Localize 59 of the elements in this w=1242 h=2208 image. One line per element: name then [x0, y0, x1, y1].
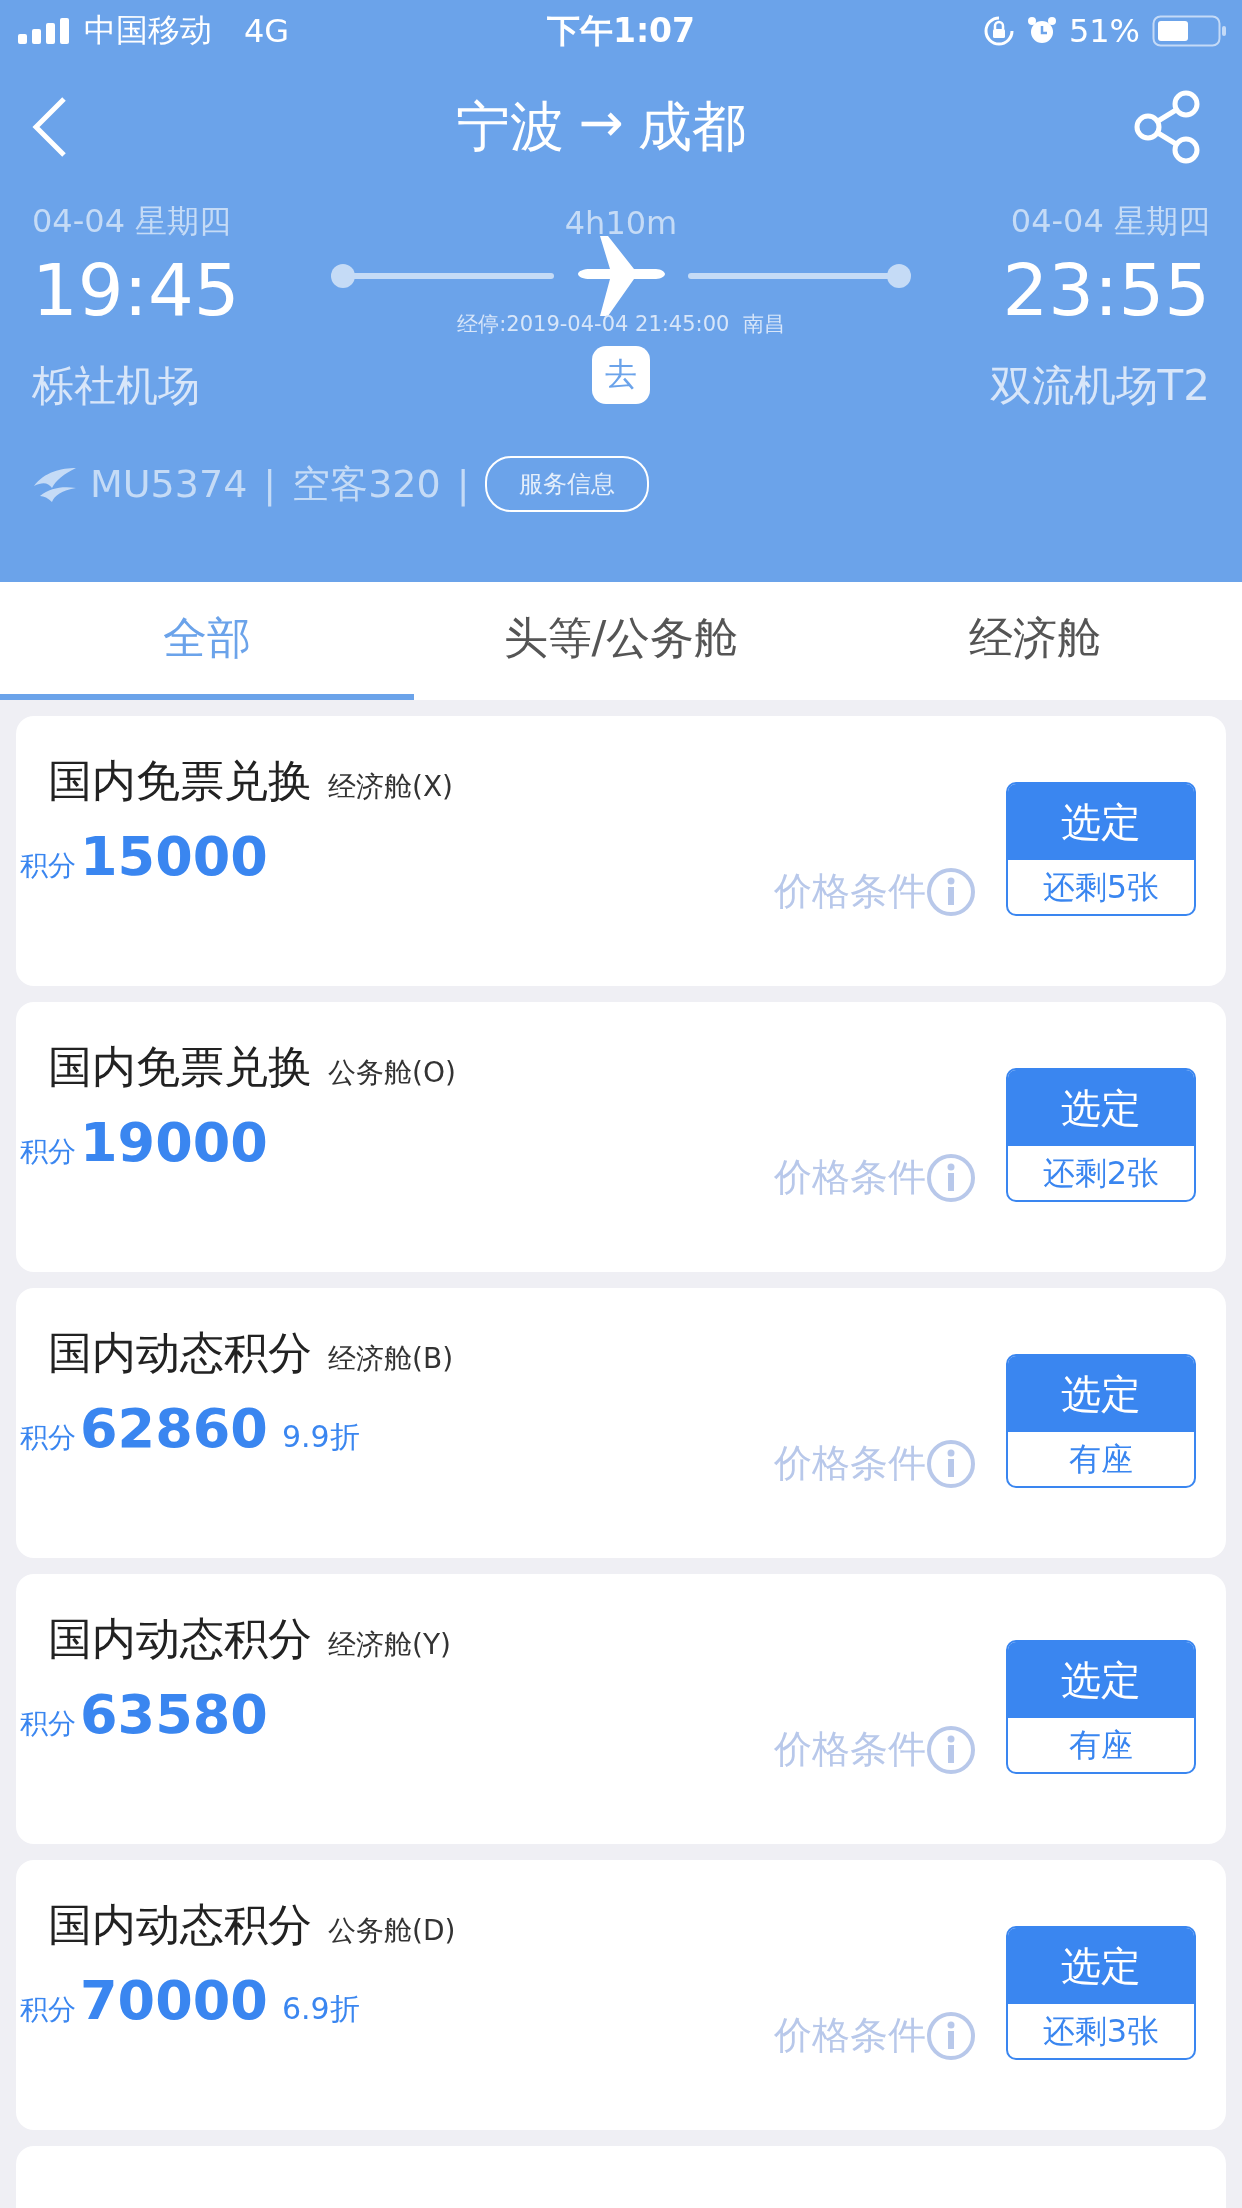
points-label: 积分 [20, 848, 76, 884]
cabin-class: 经济舱(B) [328, 1341, 454, 1377]
network-type: 4G [244, 12, 290, 50]
arrival-date: 04-04 星期四 [1010, 201, 1210, 242]
alarm-icon [1026, 16, 1057, 46]
points-label: 积分 [20, 1706, 76, 1742]
points-label: 积分 [20, 1992, 76, 2028]
points-value: 19000 [80, 1111, 268, 1174]
discount: 6.9折 [281, 1990, 360, 2028]
select-button[interactable]: 选定 还剩3张 [1006, 1926, 1196, 2060]
cabin-class: 公务舱(D) [328, 1913, 456, 1949]
airline-logo-icon [32, 466, 78, 502]
points-label: 积分 [20, 1134, 76, 1170]
fare-title: 国内动态积分 [48, 1898, 312, 1952]
service-info-button[interactable]: 服务信息 [485, 456, 650, 512]
departure-date: 04-04 星期四 [32, 201, 233, 242]
select-button[interactable]: 选定 还剩2张 [1006, 1068, 1196, 1202]
cabin-class: 经济舱(Y) [328, 1627, 451, 1663]
info-icon [926, 866, 976, 917]
arrival-airport: 双流机场T2 [989, 360, 1210, 412]
battery-percent: 51% [1068, 12, 1140, 50]
status-time: 下午1:07 [546, 9, 696, 52]
aircraft-type: 空客320 [292, 460, 441, 508]
info-icon [926, 1438, 976, 1489]
rotation-lock-icon [982, 15, 1015, 47]
arrival-time: 23:55 [1002, 248, 1210, 332]
destination-city: 成都 [637, 93, 746, 160]
fare-title: 国内动态积分 [48, 1612, 312, 1666]
points-value: 70000 [80, 1969, 268, 2032]
route-arrow: → [578, 90, 624, 156]
departure-time: 19:45 [32, 248, 241, 332]
flight-duration: 4h10m [564, 204, 678, 242]
departure-airport: 栎社机场 [32, 360, 201, 412]
flight-number: MU5374 [90, 462, 248, 506]
cabin-class: 公务舱(O) [328, 1055, 456, 1091]
share-icon[interactable] [1132, 90, 1202, 164]
select-button[interactable]: 选定 有座 [1006, 1640, 1196, 1774]
points-value: 15000 [80, 825, 268, 888]
points-value: 62860 [80, 1397, 268, 1460]
separator: | [456, 462, 470, 506]
info-icon [926, 1724, 976, 1775]
select-button[interactable]: 选定 有座 [1006, 1354, 1196, 1488]
fare-title: 国内免票兑换 [48, 754, 312, 808]
info-icon [926, 1152, 976, 1203]
stopover-info: 经停:2019-04-04 21:45:00 南昌 [457, 311, 785, 338]
points-label: 积分 [20, 1420, 76, 1456]
fare-title: 国内动态积分 [48, 1326, 312, 1380]
info-icon [926, 2010, 976, 2061]
signal-icon [18, 18, 72, 44]
discount: 9.9折 [281, 1418, 360, 1456]
separator: | [263, 462, 277, 506]
direction-badge: 去 [592, 346, 650, 404]
origin-city: 宁波 [456, 93, 565, 160]
battery-icon [1152, 15, 1228, 47]
fare-title: 国内免票兑换 [48, 1040, 312, 1094]
cabin-class: 经济舱(X) [328, 769, 454, 805]
select-button[interactable]: 选定 还剩5张 [1006, 782, 1196, 916]
points-value: 63580 [80, 1683, 268, 1746]
carrier-name: 中国移动 [84, 10, 212, 51]
